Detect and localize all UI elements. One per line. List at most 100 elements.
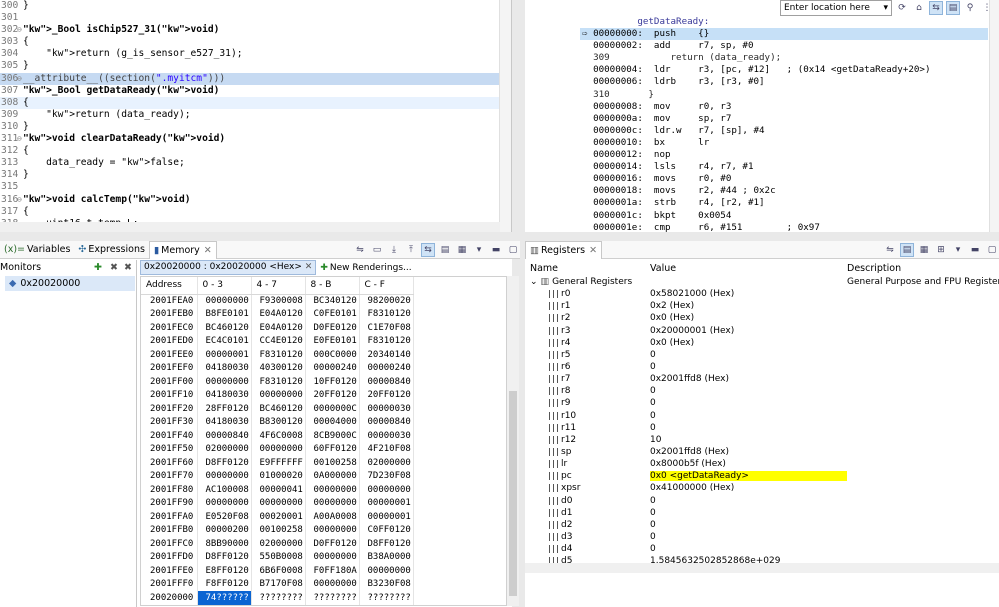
memory-table[interactable]: Address 0 - 34 - 78 - BC - F 2001FEA0 0000…: [140, 276, 507, 606]
memory-cell[interactable]: 02000000: [251, 537, 306, 551]
memory-cell[interactable]: ????????: [305, 591, 360, 605]
editor-line[interactable]: 304 "kw">return (g_is_sensor_e527_31);: [0, 48, 511, 60]
disassembly-line[interactable]: 0000000a: mov sp, r7: [580, 113, 988, 125]
maximize-icon[interactable]: ▢: [985, 243, 999, 257]
disassembly-line[interactable]: 00000014: lsls r4, r7, #1: [580, 161, 988, 173]
disassembly-line[interactable]: 0000000c: ldr.w r7, [sp], #4: [580, 125, 988, 137]
disassembly-line[interactable]: 00000006: ldrb r3, [r3, #0]: [580, 76, 988, 88]
memory-cell[interactable]: ????????: [359, 604, 414, 605]
memory-cell[interactable]: B3230F08: [359, 577, 414, 591]
tab-variables[interactable]: (x)= Variables: [0, 241, 74, 259]
source-editor[interactable]: 300} 301 302⊖"kw">_Bool isChip527_31("kw">…: [0, 0, 512, 232]
table-row[interactable]: 2001FEA0 00000000 F9300008 BC340120 98200020: [141, 294, 414, 308]
register-row[interactable]: r6 0: [525, 361, 999, 373]
register-row[interactable]: r7 0x2001ffd8 (Hex): [525, 373, 999, 385]
register-row[interactable]: r0 0x58021000 (Hex): [525, 288, 999, 300]
registers-table[interactable]: Name Value Description ⌄ ▥ General Registe…: [525, 260, 999, 607]
memory-cell[interactable]: E0520F08: [197, 510, 252, 524]
disassembly-line[interactable]: 00000004: ldr r3, [pc, #12] ; (0x14 <get…: [580, 64, 988, 76]
memory-cell[interactable]: C0FF0120: [359, 523, 414, 537]
memory-cell[interactable]: D0FF0120: [305, 537, 360, 551]
register-value[interactable]: 0x41000000 (Hex): [650, 483, 847, 493]
table-row[interactable]: 2001FEB0 B8FE0101 E04A0120 C0FE0101 F8310120: [141, 307, 414, 321]
view-menu-icon[interactable]: ▾: [472, 243, 486, 257]
editor-line[interactable]: 313 data_ready = "kw">false;: [0, 157, 511, 169]
memory-cell[interactable]: 00100258: [251, 523, 306, 537]
register-value[interactable]: 0: [650, 532, 847, 542]
memory-column-header[interactable]: 0 - 3: [197, 277, 252, 295]
table-row[interactable]: 2001FFD0 D8FF0120 550B0008 00000000 B38A0000: [141, 550, 414, 564]
register-row[interactable]: r9 0: [525, 397, 999, 409]
close-icon[interactable]: ✕: [589, 245, 597, 256]
memory-cell[interactable]: 00000030: [359, 429, 414, 443]
editor-line[interactable]: 308 {: [0, 96, 511, 109]
layout-icon[interactable]: ▤: [900, 242, 914, 257]
memory-cell[interactable]: D0FE0120: [305, 321, 360, 335]
editor-line[interactable]: 305}: [0, 60, 511, 72]
memory-cell[interactable]: A00A0008: [305, 510, 360, 524]
disassembly-line[interactable]: ⇨ 00000000: push {}: [580, 28, 988, 41]
table-row[interactable]: 2001FF90 00000000 00000000 00000000 00000001: [141, 496, 414, 510]
table-row[interactable]: 2001FF50 02000000 00000000 60FF0120 4F210F08: [141, 442, 414, 456]
home-icon[interactable]: ⌂: [912, 1, 926, 15]
memory-cell[interactable]: F9300008: [251, 294, 306, 308]
disassembly-line[interactable]: 00000012: nop: [580, 149, 988, 161]
remove-monitor-icon[interactable]: ✖: [110, 262, 118, 273]
memory-scrollbar[interactable]: [507, 276, 519, 606]
view-menu-icon[interactable]: ▾: [951, 243, 965, 257]
register-value[interactable]: 0x2001ffd8 (Hex): [650, 447, 847, 457]
memory-cell[interactable]: D8FF0120: [197, 456, 252, 470]
memory-cell[interactable]: 28FF0120: [197, 402, 252, 416]
memory-cell[interactable]: E9FFFFFF: [251, 456, 306, 470]
memory-cell[interactable]: 8CB9000C: [305, 429, 360, 443]
memory-cell[interactable]: 00000000: [197, 469, 252, 483]
expand-all-icon[interactable]: ⊞: [934, 243, 948, 257]
register-value[interactable]: 0: [650, 544, 847, 554]
memory-cell[interactable]: B8300120: [251, 415, 306, 429]
table-row[interactable]: 2001FF80 AC100008 00000041 00000000 00000000: [141, 483, 414, 497]
memory-cell[interactable]: 00000000: [305, 523, 360, 537]
memory-cell[interactable]: 00000000: [197, 496, 252, 510]
minimize-icon[interactable]: ▬: [489, 243, 503, 257]
memory-cell[interactable]: B38A0000: [359, 550, 414, 564]
register-value[interactable]: 0x2001ffd8 (Hex): [650, 374, 847, 384]
memory-cell[interactable]: 00000001: [359, 510, 414, 524]
register-value[interactable]: 0: [650, 386, 847, 396]
disassembly-line[interactable]: 00000008: mov r0, r3: [580, 101, 988, 113]
memory-column-header[interactable]: 4 - 7: [251, 277, 306, 295]
register-value[interactable]: 0: [650, 411, 847, 421]
table-row[interactable]: 2001FF10 04180030 00000000 20FF0120 20FF0120: [141, 388, 414, 402]
memory-cell[interactable]: 4F6C0008: [251, 429, 306, 443]
register-value[interactable]: 10: [650, 435, 847, 445]
tab-memory[interactable]: ▮ Memory ✕: [148, 240, 217, 259]
memory-cell[interactable]: D8FF0120: [197, 550, 252, 564]
register-value[interactable]: 0: [650, 423, 847, 433]
memory-cell[interactable]: 00000240: [305, 361, 360, 375]
table-row[interactable]: 2001FF00 00000000 F8310120 10FF0120 00000840: [141, 375, 414, 389]
register-row[interactable]: r3 0x20000001 (Hex): [525, 325, 999, 337]
memory-cell[interactable]: 00000000: [359, 483, 414, 497]
editor-line[interactable]: 310}: [0, 121, 511, 133]
memory-cell[interactable]: 7D230F08: [359, 469, 414, 483]
disassembly-line[interactable]: 0000001c: bkpt 0x0054: [580, 210, 988, 222]
table-row[interactable]: 20020000 74??????????????????????????????: [141, 591, 414, 605]
import-icon[interactable]: ⤓: [387, 243, 401, 257]
disassembly-line[interactable]: 309 return (data_ready);: [580, 52, 988, 64]
memory-cell[interactable]: 00100258: [305, 456, 360, 470]
memory-cell[interactable]: 4F210F08: [359, 442, 414, 456]
register-row[interactable]: r11 0: [525, 422, 999, 434]
memory-cell[interactable]: 01000020: [251, 469, 306, 483]
editor-line[interactable]: 303 {: [0, 36, 511, 48]
link-icon[interactable]: ⇆: [421, 242, 435, 257]
memory-column-header[interactable]: C - F: [359, 277, 414, 295]
disassembly-scrollbar[interactable]: [989, 0, 999, 232]
close-icon[interactable]: ✕: [204, 245, 212, 256]
register-row[interactable]: r4 0x0 (Hex): [525, 337, 999, 349]
memory-cell[interactable]: F8FF0120: [197, 577, 252, 591]
editor-line[interactable]: 312 {: [0, 145, 511, 157]
memory-cell[interactable]: 00000000: [305, 550, 360, 564]
table-row[interactable]: 2001FFB0 00000200 00100258 00000000 C0FF0120: [141, 523, 414, 537]
memory-cell[interactable]: 02000000: [359, 456, 414, 470]
memory-cell[interactable]: 8BB90000: [197, 537, 252, 551]
editor-line[interactable]: 307 "kw">_Bool getDataReady("kw">void): [0, 85, 511, 97]
